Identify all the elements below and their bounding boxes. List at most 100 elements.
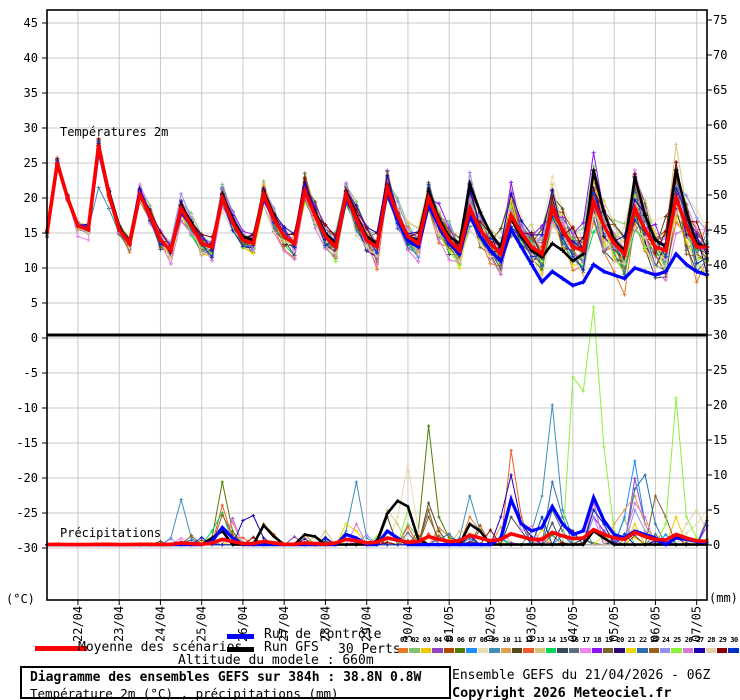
pert-number: 30 — [728, 636, 739, 644]
pert-color-swatch — [649, 648, 659, 653]
pert-color-swatch — [671, 648, 681, 653]
pert-number: 17 — [580, 636, 591, 644]
gfs-line-swatch — [227, 647, 254, 652]
ensemble-diagram: 454035302520151050-5-10-15-20-25-3075706… — [0, 0, 740, 700]
y-right-tick-label: 10 — [713, 468, 727, 482]
pert-color-swatch — [489, 648, 499, 653]
y-right-tick-label: 25 — [713, 363, 727, 377]
y-right-tick-label: 30 — [713, 328, 727, 342]
pert-number: 13 — [535, 636, 546, 644]
pert-number: 20 — [614, 636, 625, 644]
pert-color-swatch — [728, 648, 738, 653]
y-left-tick-label: -5 — [24, 366, 38, 380]
pert-number: 19 — [603, 636, 614, 644]
pert-color-swatch — [580, 648, 590, 653]
y-right-tick-label: 75 — [713, 13, 727, 27]
pert-color-swatch — [444, 648, 454, 653]
pert-number: 03 — [421, 636, 432, 644]
x-date-label: 23/04 — [112, 606, 126, 642]
pert-number: 08 — [478, 636, 489, 644]
y-left-tick-label: 10 — [24, 261, 38, 275]
x-date-label: 22/04 — [71, 606, 85, 642]
pert-number: 23 — [649, 636, 660, 644]
pert-number: 27 — [694, 636, 705, 644]
y-left-tick-label: 45 — [24, 16, 38, 30]
pert-number: 15 — [557, 636, 568, 644]
pert-number: 18 — [592, 636, 603, 644]
copyright: Copyright 2026 Meteociel.fr — [452, 685, 671, 700]
y-right-tick-label: 0 — [713, 538, 720, 552]
pert-number: 16 — [569, 636, 580, 644]
pert-color-swatch — [637, 648, 647, 653]
pert-number: 14 — [546, 636, 557, 644]
y-left-tick-label: 30 — [24, 121, 38, 135]
pert-color-swatch — [478, 648, 488, 653]
pert-color-swatch — [626, 648, 636, 653]
pert-color-swatch — [546, 648, 556, 653]
footer-title: Diagramme des ensembles GEFS sur 384h : … — [30, 670, 449, 685]
axes — [42, 10, 712, 605]
pert-swatch-row — [398, 648, 740, 653]
y-left-tick-label: -30 — [16, 541, 38, 555]
y-right-tick-label: 40 — [713, 258, 727, 272]
plot-border — [47, 10, 707, 600]
pert-number-row: 0102030405060708091011121314151617181920… — [398, 636, 740, 644]
y-left-tick-label: -15 — [16, 436, 38, 450]
y-right-tick-label: 55 — [713, 153, 727, 167]
pert-color-swatch — [523, 648, 533, 653]
pert-color-swatch — [398, 648, 408, 653]
y-right-tick-label: 15 — [713, 433, 727, 447]
y-right-tick-label: 5 — [713, 503, 720, 517]
pert-color-swatch — [660, 648, 670, 653]
pert-color-swatch — [432, 648, 442, 653]
y-right-tick-label: 35 — [713, 293, 727, 307]
pert-color-swatch — [535, 648, 545, 653]
chart-canvas: 454035302520151050-5-10-15-20-25-3075706… — [0, 0, 740, 660]
x-date-label: 25/04 — [195, 606, 209, 642]
control-line-swatch — [227, 634, 254, 639]
gridlines — [47, 10, 707, 600]
pert-number: 22 — [637, 636, 648, 644]
footer-box: Diagramme des ensembles GEFS sur 384h : … — [20, 666, 451, 699]
y-right-tick-label: 60 — [713, 118, 727, 132]
x-date-label: 24/04 — [153, 606, 167, 642]
pert-color-swatch — [501, 648, 511, 653]
y-left-tick-label: 40 — [24, 51, 38, 65]
pert-color-swatch — [466, 648, 476, 653]
pert-number: 07 — [466, 636, 477, 644]
pert-number: 06 — [455, 636, 466, 644]
y-left-tick-label: 0 — [31, 331, 38, 345]
pert-color-swatch — [717, 648, 727, 653]
y-right-tick-label: 50 — [713, 188, 727, 202]
y-left-tick-label: 15 — [24, 226, 38, 240]
pert-color-swatch — [694, 648, 704, 653]
right-axis-unit: (mm) — [709, 592, 738, 605]
pert-color-swatch — [569, 648, 579, 653]
pert-number: 25 — [671, 636, 682, 644]
pert-number: 02 — [409, 636, 420, 644]
y-right-tick-label: 70 — [713, 48, 727, 62]
run-info: Ensemble GEFS du 21/04/2026 - 06Z — [452, 668, 710, 683]
y-left-tick-label: -25 — [16, 506, 38, 520]
footer-subtitle: Température 2m (°C) , précipitations (mm… — [30, 686, 449, 700]
y-left-tick-label: -10 — [16, 401, 38, 415]
pert-color-swatch — [603, 648, 613, 653]
y-right-tick-label: 20 — [713, 398, 727, 412]
pert-color-swatch — [557, 648, 567, 653]
series-line — [47, 307, 707, 545]
pert-number: 26 — [683, 636, 694, 644]
y-left-tick-label: -20 — [16, 471, 38, 485]
pert-color-swatch — [683, 648, 693, 653]
y-left-tick-label: 25 — [24, 156, 38, 170]
pert-number: 28 — [706, 636, 717, 644]
y-right-tick-label: 45 — [713, 223, 727, 237]
y-right-tick-label: 65 — [713, 83, 727, 97]
y-left-tick-label: 20 — [24, 191, 38, 205]
y-left-tick-label: 35 — [24, 86, 38, 100]
left-axis-unit: (°C) — [6, 593, 35, 606]
precip-panel-label: Précipitations — [60, 527, 161, 540]
pert-color-swatch — [706, 648, 716, 653]
series-markers — [45, 305, 708, 546]
pert-color-swatch — [455, 648, 465, 653]
pert-number: 11 — [512, 636, 523, 644]
